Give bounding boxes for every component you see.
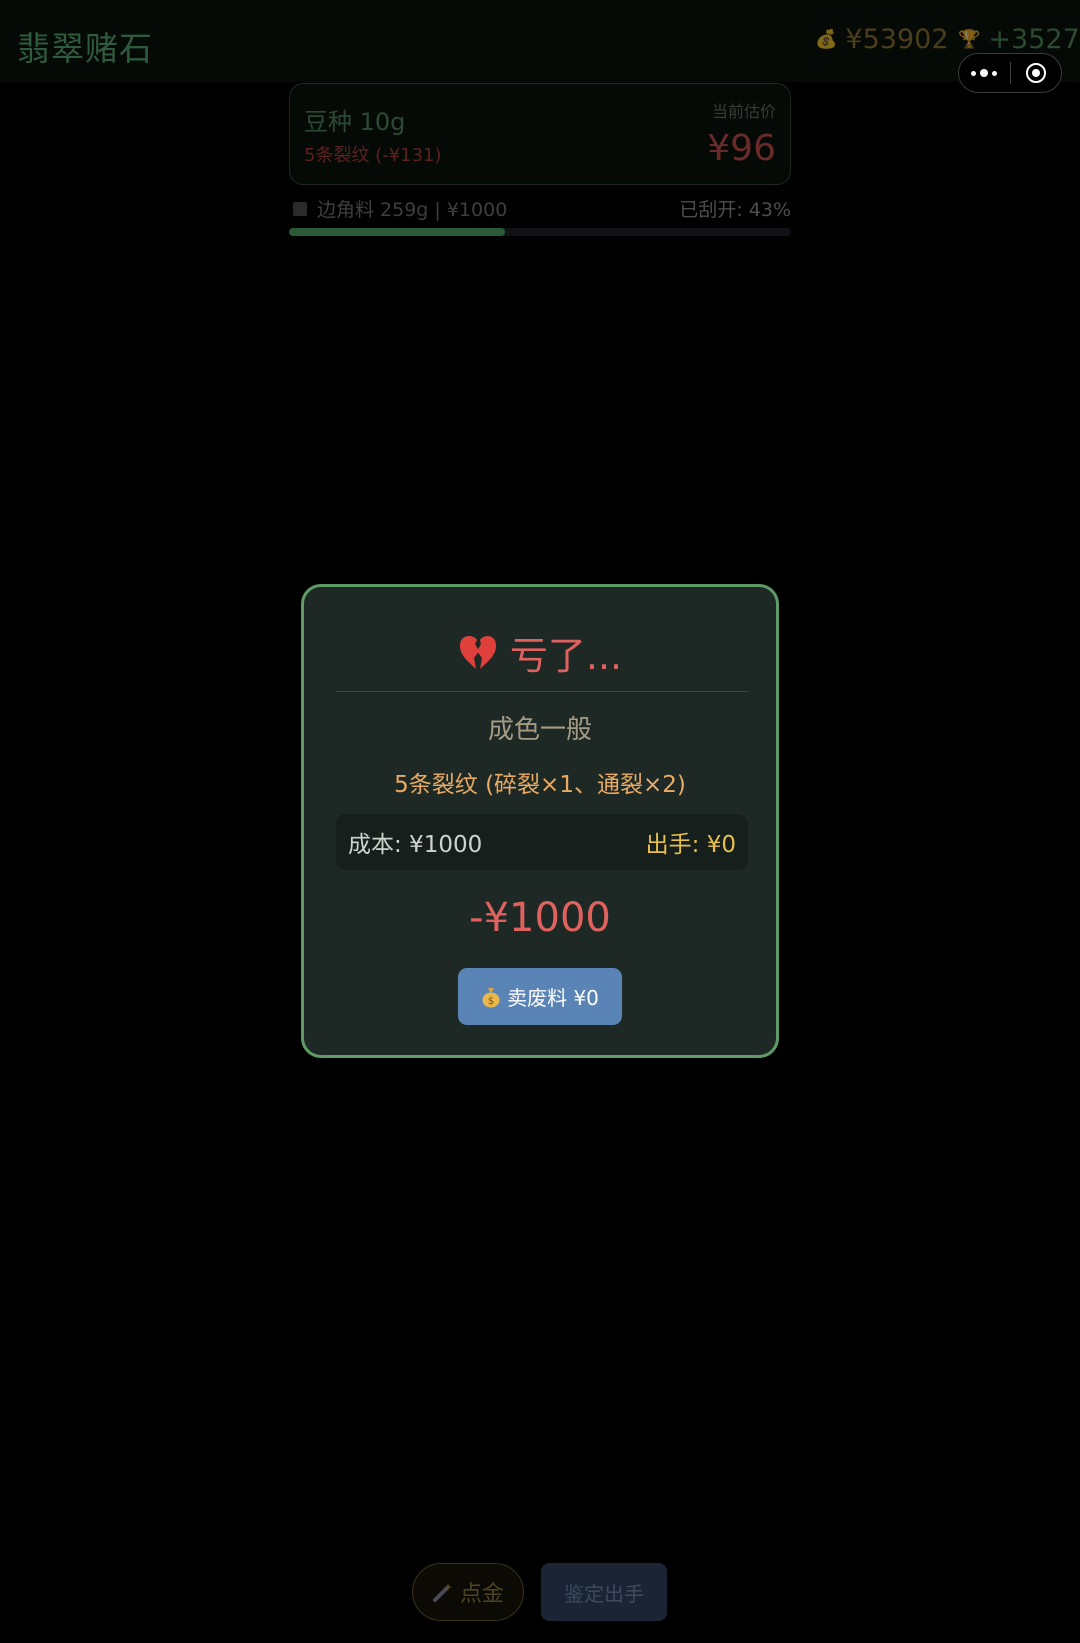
gold-touch-button[interactable]: 点金: [412, 1563, 524, 1621]
result-modal: 亏了... 成色一般 5条裂纹 (碎裂×1、通裂×2) 成本: ¥1000 出手…: [301, 584, 779, 1058]
result-title: 亏了...: [304, 625, 776, 680]
opened-percent: 已刮开: 43%: [679, 199, 791, 221]
result-title-text: 亏了...: [509, 634, 623, 678]
magic-wand-icon: [432, 1583, 452, 1602]
material-info: 边角料 259g | ¥1000: [293, 195, 507, 222]
close-mini-program-button[interactable]: [1010, 54, 1061, 92]
material-text: 边角料 259g | ¥1000: [317, 199, 508, 221]
game-screen: 翡翠赌石 💰 ¥53902 🏆 +3527 豆种 10g 5条裂纹 (-¥131…: [0, 0, 1080, 1643]
cracks-detail: 5条裂纹 (碎裂×1、通裂×2): [394, 772, 686, 798]
stone-name: 豆种 10g: [304, 108, 406, 136]
scrape-progress-fill: [289, 228, 505, 236]
profit-value: +3527: [988, 24, 1080, 55]
rock-icon: [293, 201, 307, 216]
profit-display: 🏆 +3527: [958, 24, 1080, 55]
svg-text:$: $: [488, 996, 494, 1007]
cost-summary: 成本: ¥1000 出手: ¥0: [336, 814, 748, 870]
money-value: ¥53902: [845, 24, 949, 55]
scrape-progress-bar: [289, 228, 791, 236]
gold-touch-label: 点金: [459, 1582, 504, 1607]
net-loss: -¥1000: [469, 895, 611, 941]
stone-info-card: 豆种 10g 5条裂纹 (-¥131) 当前估价 ¥96: [289, 83, 791, 185]
modal-divider: [336, 691, 748, 692]
money-bag-icon: $: [482, 987, 500, 1007]
appraise-sell-button[interactable]: 鉴定出手: [541, 1563, 667, 1621]
estimate-value: ¥96: [707, 128, 776, 169]
cost-text: 成本: ¥1000: [348, 832, 483, 858]
quality-text: 成色一般: [487, 715, 592, 745]
more-menu-button[interactable]: [959, 54, 1010, 92]
sell-scrap-label: 卖废料 ¥0: [507, 986, 599, 1010]
estimate-label: 当前估价: [711, 102, 776, 121]
app-title: 翡翠赌石: [17, 29, 153, 68]
money-display: 💰 ¥53902: [815, 24, 949, 55]
sold-text: 出手: ¥0: [645, 832, 736, 858]
top-bar: 翡翠赌石 💰 ¥53902 🏆 +3527: [0, 0, 1080, 93]
money-bag-icon: 💰: [815, 29, 838, 50]
broken-heart-icon: [459, 635, 496, 669]
stone-cracks: 5条裂纹 (-¥131): [304, 145, 442, 166]
mini-program-capsule: [958, 53, 1062, 93]
trophy-icon: 🏆: [958, 29, 981, 50]
close-target-icon: [1025, 63, 1046, 83]
sell-scrap-button[interactable]: $ 卖废料 ¥0: [458, 968, 622, 1025]
more-dots-icon: [971, 69, 998, 77]
